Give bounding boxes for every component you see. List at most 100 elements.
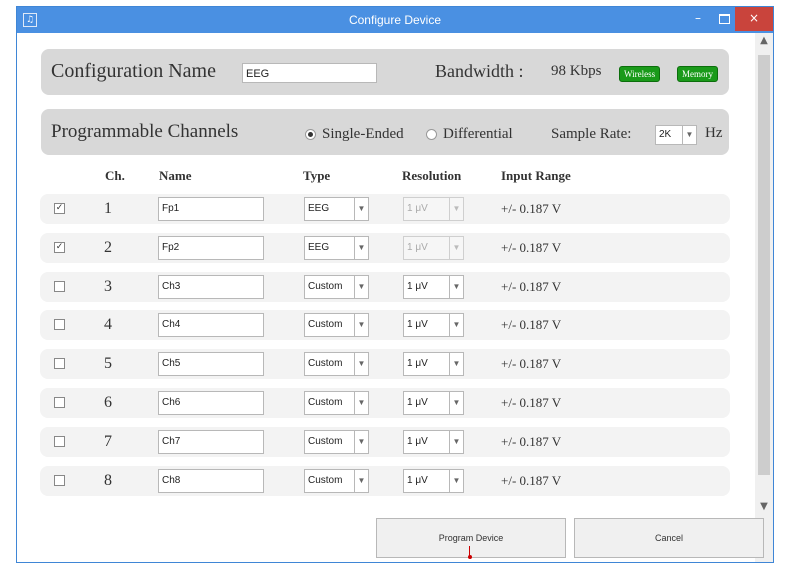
- channel-number: 5: [104, 355, 112, 372]
- channel-type-select[interactable]: Custom ▼: [304, 391, 369, 415]
- channel-input-range: +/- 0.187 V: [501, 201, 562, 216]
- channel-checkbox[interactable]: [54, 358, 65, 369]
- channel-resolution-select[interactable]: 1 μV ▼: [403, 469, 464, 493]
- differential-radio[interactable]: Differential: [426, 126, 513, 143]
- channel-input-range: +/- 0.187 V: [501, 473, 562, 488]
- channel-type-select[interactable]: Custom ▼: [304, 313, 369, 337]
- wireless-badge: Wireless: [619, 66, 661, 82]
- program-device-button[interactable]: Program Device: [376, 518, 566, 558]
- channel-input-range: +/- 0.187 V: [501, 356, 562, 371]
- channel-checkbox[interactable]: [54, 397, 65, 408]
- bandwidth-label: Bandwidth :: [435, 61, 524, 81]
- table-row: ✓ 2 Fp2 EEG ▼ 1 μV ▼ +/- 0.187 V: [40, 233, 730, 263]
- configuration-name-label: Configuration Name: [51, 60, 216, 82]
- channel-input-range: +/- 0.187 V: [501, 395, 562, 410]
- table-row: 3 Ch3 Custom ▼ 1 μV ▼ +/- 0.187 V: [40, 272, 730, 302]
- programmable-channels-panel: Programmable Channels Single-Ended Diffe…: [41, 109, 729, 155]
- channel-name-input[interactable]: Ch6: [158, 391, 264, 415]
- chevron-down-icon: ▼: [449, 431, 463, 453]
- channel-checkbox[interactable]: ✓: [54, 242, 65, 253]
- channel-name-input[interactable]: Ch7: [158, 430, 264, 454]
- channel-number: 6: [104, 394, 112, 411]
- channel-type-select[interactable]: Custom ▼: [304, 430, 369, 454]
- channel-input-range: +/- 0.187 V: [501, 279, 562, 294]
- channel-resolution-select[interactable]: 1 μV ▼: [403, 236, 464, 260]
- channel-type-select[interactable]: Custom ▼: [304, 275, 369, 299]
- memory-badge: Memory: [677, 66, 718, 82]
- channel-type-select[interactable]: Custom ▼: [304, 469, 369, 493]
- chevron-down-icon: ▼: [354, 276, 368, 298]
- channel-name-input[interactable]: Ch5: [158, 352, 264, 376]
- channel-type-select[interactable]: EEG ▼: [304, 197, 369, 221]
- channel-checkbox[interactable]: [54, 281, 65, 292]
- table-row: 8 Ch8 Custom ▼ 1 μV ▼ +/- 0.187 V: [40, 466, 730, 496]
- channel-name-input[interactable]: Ch8: [158, 469, 264, 493]
- channel-number: 7: [104, 433, 112, 450]
- vertical-scrollbar[interactable]: ▲ ▼: [755, 33, 773, 562]
- channel-checkbox[interactable]: [54, 436, 65, 447]
- single-ended-radio[interactable]: Single-Ended: [305, 126, 404, 143]
- chevron-down-icon: ▼: [682, 126, 696, 144]
- chevron-down-icon: ▼: [354, 353, 368, 375]
- cancel-button[interactable]: Cancel: [574, 518, 764, 558]
- chevron-down-icon: ▼: [354, 392, 368, 414]
- chevron-down-icon: ▼: [354, 431, 368, 453]
- chevron-down-icon: ▼: [449, 392, 463, 414]
- column-header-name: Name: [159, 168, 192, 183]
- chevron-down-icon: ▼: [449, 470, 463, 492]
- column-header-ch: Ch.: [105, 168, 125, 183]
- channel-type-select[interactable]: Custom ▼: [304, 352, 369, 376]
- mouse-cursor-dot: [468, 555, 472, 559]
- channel-type-select[interactable]: EEG ▼: [304, 236, 369, 260]
- channel-name-input[interactable]: Fp1: [158, 197, 264, 221]
- chevron-down-icon: ▼: [449, 198, 463, 220]
- table-row: 6 Ch6 Custom ▼ 1 μV ▼ +/- 0.187 V: [40, 388, 730, 418]
- minimize-button[interactable]: –: [685, 7, 711, 31]
- sample-rate-select[interactable]: 2K ▼: [655, 125, 697, 145]
- chevron-down-icon: ▼: [354, 198, 368, 220]
- column-header-resolution: Resolution: [402, 168, 462, 183]
- channel-input-range: +/- 0.187 V: [501, 317, 562, 332]
- channel-checkbox[interactable]: ✓: [54, 203, 65, 214]
- channel-number: 3: [104, 278, 112, 295]
- scroll-thumb[interactable]: [758, 55, 770, 475]
- channel-number: 1: [104, 200, 112, 217]
- channel-number: 2: [104, 239, 112, 256]
- maximize-icon: [718, 14, 730, 24]
- channel-resolution-select[interactable]: 1 μV ▼: [403, 275, 464, 299]
- scroll-up-icon[interactable]: ▲: [755, 35, 773, 51]
- channel-resolution-select[interactable]: 1 μV ▼: [403, 313, 464, 337]
- column-header-type: Type: [303, 168, 331, 183]
- close-button[interactable]: ×: [735, 7, 773, 31]
- table-row: 5 Ch5 Custom ▼ 1 μV ▼ +/- 0.187 V: [40, 349, 730, 379]
- column-header-input-range: Input Range: [501, 168, 571, 183]
- title-bar[interactable]: ♫ Configure Device – ×: [17, 7, 773, 33]
- table-row: ✓ 1 Fp1 EEG ▼ 1 μV ▼ +/- 0.187 V: [40, 194, 730, 224]
- maximize-button[interactable]: [711, 7, 737, 31]
- scroll-down-icon[interactable]: ▼: [755, 501, 773, 517]
- configuration-panel: Configuration Name EEG Bandwidth : 98 Kb…: [41, 49, 729, 95]
- channel-resolution-select[interactable]: 1 μV ▼: [403, 352, 464, 376]
- chevron-down-icon: ▼: [449, 237, 463, 259]
- bandwidth-value: 98 Kbps: [551, 63, 602, 79]
- channel-resolution-select[interactable]: 1 μV ▼: [403, 391, 464, 415]
- channel-input-range: +/- 0.187 V: [501, 240, 562, 255]
- radio-unselected-icon: [426, 129, 437, 141]
- configuration-name-input[interactable]: EEG: [242, 63, 377, 83]
- chevron-down-icon: ▼: [449, 353, 463, 375]
- channel-checkbox[interactable]: [54, 475, 65, 486]
- channel-resolution-select[interactable]: 1 μV ▼: [403, 197, 464, 221]
- channel-resolution-select[interactable]: 1 μV ▼: [403, 430, 464, 454]
- window-title: Configure Device: [348, 13, 442, 27]
- channel-name-input[interactable]: Ch4: [158, 313, 264, 337]
- table-row: 4 Ch4 Custom ▼ 1 μV ▼ +/- 0.187 V: [40, 310, 730, 340]
- channel-number: 8: [104, 472, 112, 489]
- channel-number: 4: [104, 316, 112, 333]
- channel-checkbox[interactable]: [54, 319, 65, 330]
- radio-selected-icon: [305, 129, 316, 141]
- chevron-down-icon: ▼: [354, 237, 368, 259]
- channel-name-input[interactable]: Fp2: [158, 236, 264, 260]
- sample-rate-unit: Hz: [705, 125, 723, 141]
- sample-rate-label: Sample Rate:: [551, 126, 632, 142]
- channel-name-input[interactable]: Ch3: [158, 275, 264, 299]
